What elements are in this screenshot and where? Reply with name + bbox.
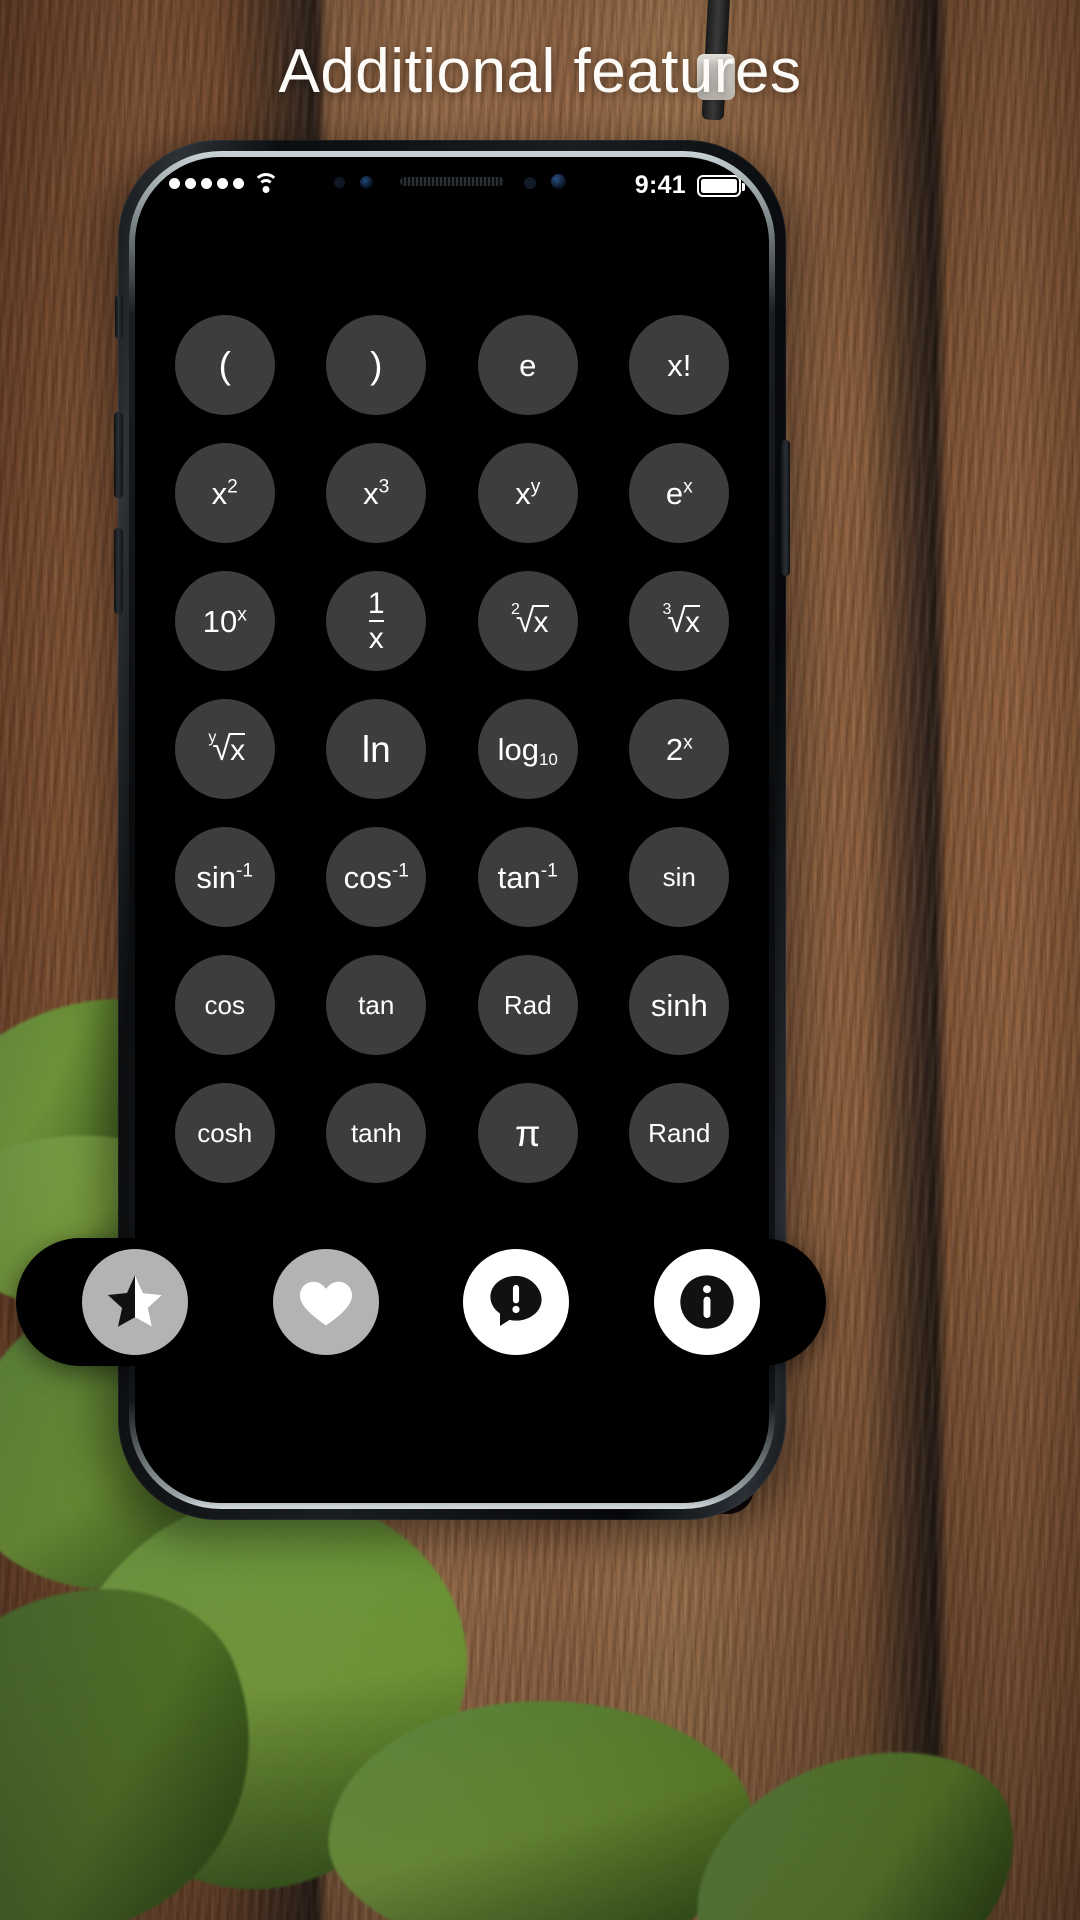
calc-key-label: cos-1 <box>343 859 409 895</box>
calc-key-label: xy <box>515 475 541 511</box>
screenshot-stage: Additional features 9:41 () e x! x2 x3 … <box>0 0 1080 1920</box>
calc-key-open-paren[interactable]: ( <box>174 315 275 415</box>
calc-key-natural-log[interactable]: ln <box>326 699 427 799</box>
calc-key-label: e <box>519 347 537 383</box>
volume-down-button[interactable] <box>114 528 123 614</box>
calc-key-label: ) <box>370 344 383 386</box>
calc-key-label: 2x <box>665 731 693 767</box>
calc-key-label: 10x <box>202 603 247 639</box>
calc-key-label: cos <box>204 990 245 1020</box>
calc-key-rand[interactable]: Rand <box>629 1083 730 1183</box>
calc-key-factorial[interactable]: x! <box>629 315 730 415</box>
calc-key-pi[interactable]: π <box>477 1083 578 1183</box>
star-icon <box>108 1275 163 1327</box>
calc-key-arcsin[interactable]: sin-1 <box>174 827 275 927</box>
calc-key-label: π <box>514 1112 541 1154</box>
calc-key-one-over-x[interactable]: 1x <box>326 571 427 671</box>
status-bar-right: 9:41 <box>634 171 745 200</box>
calc-key-label: tanh <box>350 1118 402 1148</box>
radical-glyph: y √ x <box>208 729 246 768</box>
calc-key-label: cosh <box>197 1118 253 1148</box>
volume-up-button[interactable] <box>114 412 123 498</box>
calc-key-rad[interactable]: Rad <box>477 955 578 1055</box>
calc-key-label: ( <box>218 344 231 386</box>
calc-key-cosh[interactable]: cosh <box>174 1083 275 1183</box>
calc-key-label: sin-1 <box>196 859 254 895</box>
calc-key-label: tan-1 <box>497 859 558 895</box>
calc-key-tanh[interactable]: tanh <box>326 1083 427 1183</box>
calc-key-e-power-x[interactable]: ex <box>629 443 730 543</box>
calc-key-x-power-y[interactable]: xy <box>477 443 578 543</box>
exclamation-bubble-icon <box>490 1275 542 1326</box>
info-button[interactable] <box>653 1249 760 1355</box>
overlay-action-bar <box>16 1238 826 1366</box>
heart-icon <box>299 1281 352 1326</box>
calc-key-label: sinh <box>650 987 708 1023</box>
status-bar-clock: 9:41 <box>634 171 686 199</box>
calc-key-x-cubed[interactable]: x3 <box>326 443 427 543</box>
calc-key-label: Rand <box>648 1118 711 1148</box>
calc-key-arctan[interactable]: tan-1 <box>477 827 578 927</box>
calc-key-close-paren[interactable]: ) <box>326 315 427 415</box>
calculator-keypad: () e x! x2 x3 xy ex 10x 1 x 2 √ x 3 √ x y √ x ln log10 2x sin-… <box>135 315 769 1183</box>
page-title: Additional features <box>278 37 802 106</box>
calc-key-label: tan <box>358 990 395 1020</box>
calc-key-tan[interactable]: tan <box>326 955 427 1055</box>
battery-full-icon <box>697 174 745 197</box>
calc-key-x-squared[interactable]: x2 <box>174 443 275 543</box>
radical-glyph: 3 √ x <box>662 601 701 640</box>
keypad-bottom-fade <box>135 1383 769 1503</box>
calc-key-log-base-10[interactable]: log10 <box>477 699 578 799</box>
calc-key-cos[interactable]: cos <box>174 955 275 1055</box>
wifi-icon <box>253 173 279 193</box>
calc-key-square-root[interactable]: 2 √ x <box>477 571 578 671</box>
favorite-button[interactable] <box>272 1249 379 1355</box>
signal-strength-icon <box>169 177 244 189</box>
calc-key-label: x! <box>667 347 692 383</box>
calc-key-euler-e[interactable]: e <box>477 315 578 415</box>
status-bar-left <box>169 173 279 193</box>
info-icon <box>680 1275 734 1329</box>
status-bar: 9:41 <box>135 157 769 213</box>
fraction-glyph: 1x <box>367 586 385 655</box>
rate-button[interactable] <box>82 1249 189 1355</box>
calc-key-label: log10 <box>497 731 558 769</box>
calc-key-label: x3 <box>363 475 390 511</box>
calc-key-label: ln <box>361 728 391 770</box>
calc-key-label: Rad <box>503 990 552 1020</box>
calc-key-y-root[interactable]: y √ x <box>174 699 275 799</box>
calc-key-arccos[interactable]: cos-1 <box>326 827 427 927</box>
calc-key-sinh[interactable]: sinh <box>629 955 730 1055</box>
calc-key-sin[interactable]: sin <box>629 827 730 927</box>
calc-key-label: ex <box>665 475 693 511</box>
calc-key-cube-root[interactable]: 3 √ x <box>629 571 730 671</box>
mute-switch[interactable] <box>115 295 123 339</box>
calc-key-ten-power-x[interactable]: 10x <box>174 571 275 671</box>
feedback-button[interactable] <box>463 1249 570 1355</box>
calc-key-label: x2 <box>211 475 238 511</box>
power-button[interactable] <box>781 440 790 576</box>
calc-key-label: sin <box>662 862 696 892</box>
calc-key-two-power-x[interactable]: 2x <box>629 699 730 799</box>
radical-glyph: 2 √ x <box>510 601 549 640</box>
